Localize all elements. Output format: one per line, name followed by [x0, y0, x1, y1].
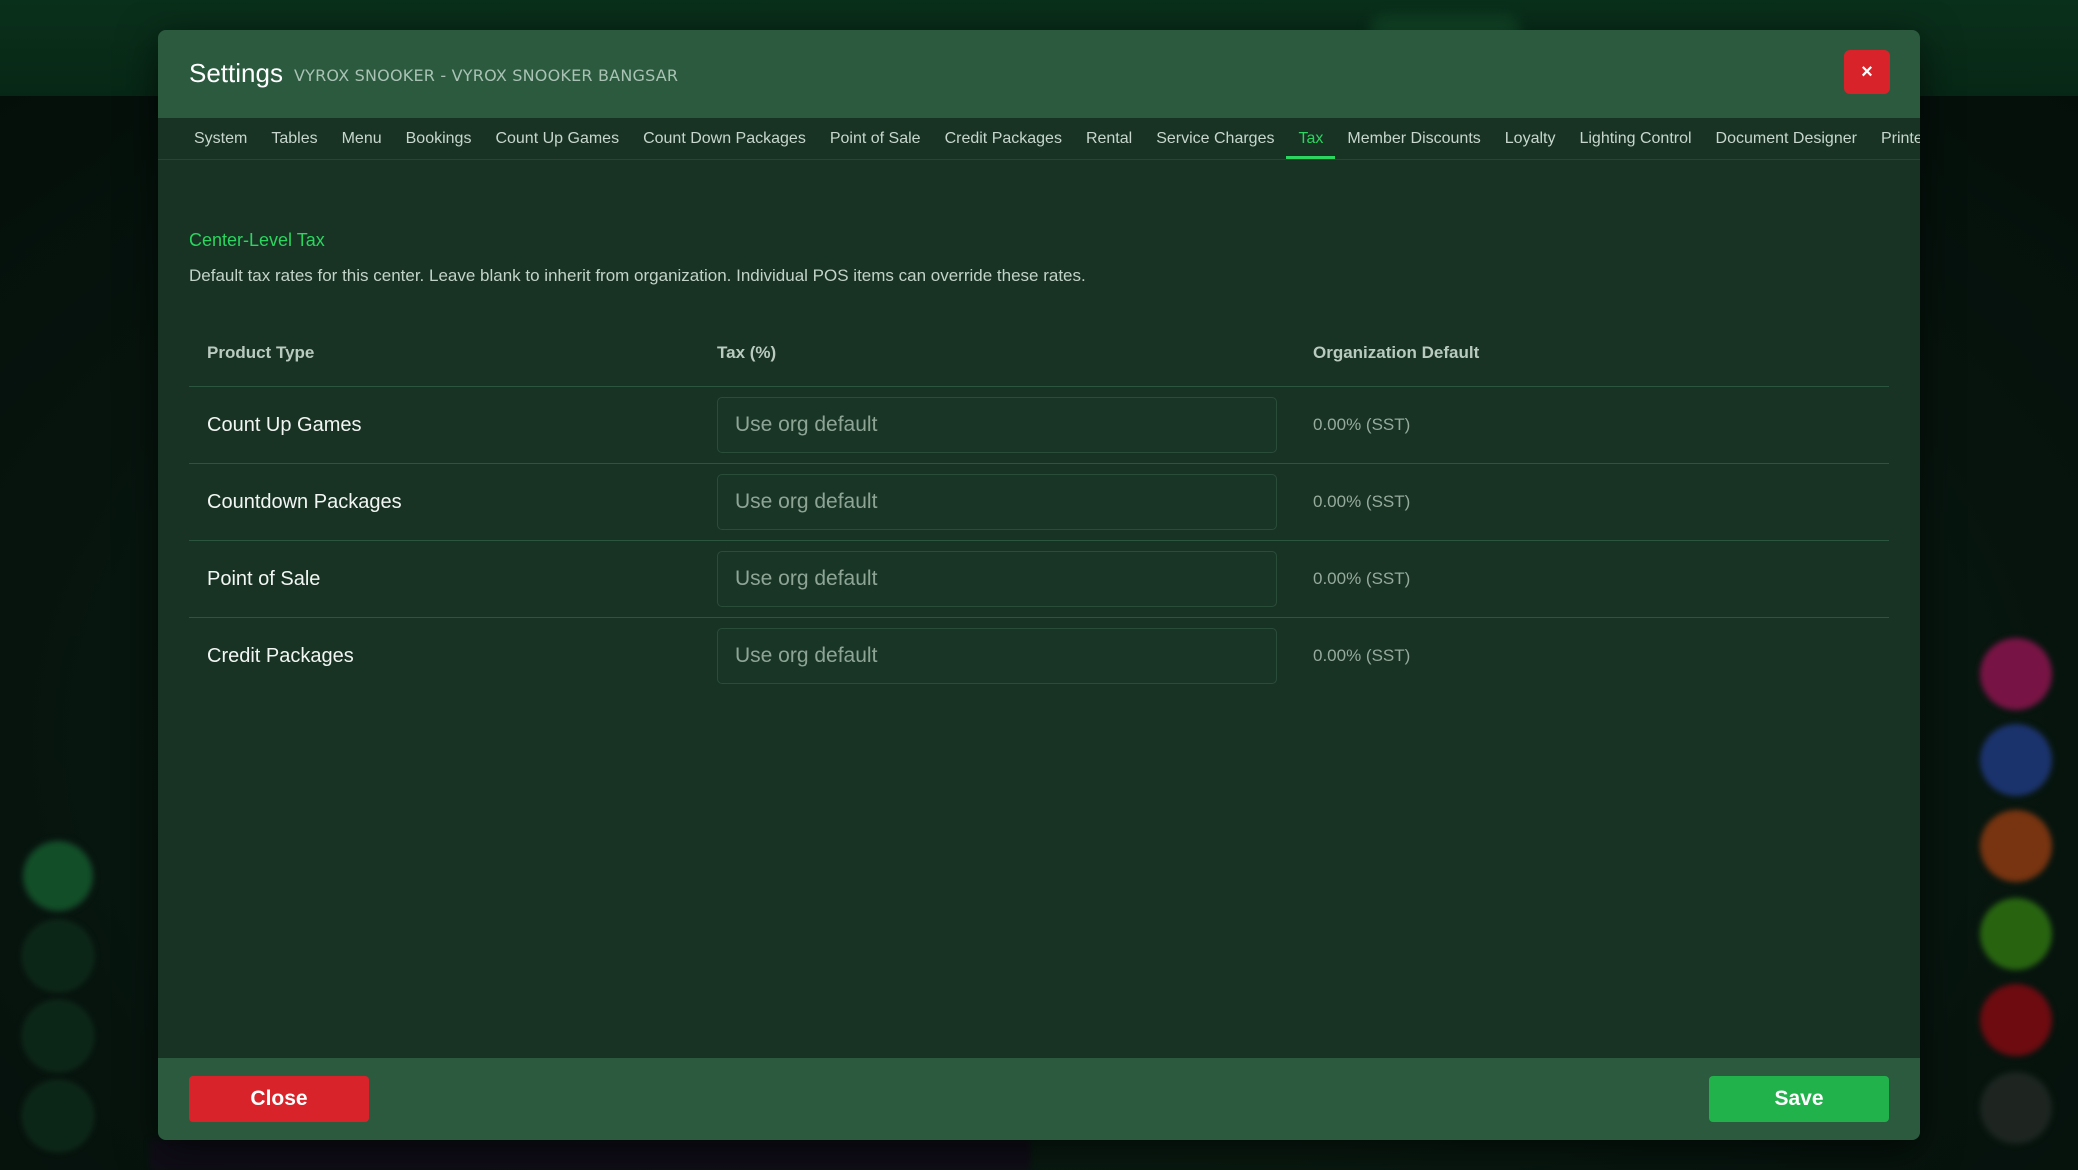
modal-footer: Close Save [158, 1058, 1920, 1140]
tab-tax[interactable]: Tax [1286, 118, 1336, 159]
tax-input[interactable] [717, 474, 1277, 530]
table-row: Countdown Packages 0.00% (SST) [189, 463, 1889, 541]
header-org-default: Organization Default [1295, 320, 1889, 387]
tax-cell [699, 463, 1295, 541]
table-row: Point of Sale 0.00% (SST) [189, 540, 1889, 618]
product-type-cell: Count Up Games [189, 386, 699, 464]
tax-input[interactable] [717, 628, 1277, 684]
tab-bookings[interactable]: Bookings [394, 118, 484, 159]
org-default-value: 0.00% (SST) [1313, 646, 1411, 665]
tab-count-up-games[interactable]: Count Up Games [483, 118, 631, 159]
product-type-label: Countdown Packages [207, 490, 402, 513]
close-icon-button[interactable]: × [1844, 50, 1890, 94]
tax-cell [699, 386, 1295, 464]
tab-member-discounts[interactable]: Member Discounts [1335, 118, 1492, 159]
org-default-cell: 0.00% (SST) [1295, 463, 1889, 541]
section-description: Default tax rates for this center. Leave… [189, 266, 1086, 285]
tab-tables[interactable]: Tables [259, 118, 329, 159]
product-type-cell: Countdown Packages [189, 463, 699, 541]
tab-document-designer[interactable]: Document Designer [1704, 118, 1869, 159]
settings-tabs: System Tables Menu Bookings Count Up Games Co… [158, 118, 1920, 160]
tab-system[interactable]: System [182, 118, 259, 159]
modal-subtitle: VYROX SNOOKER - VYROX SNOOKER BANGSAR [294, 66, 679, 85]
tax-table: Product Type Tax (%) Organization Defaul… [189, 320, 1889, 694]
modal-header: Settings VYROX SNOOKER - VYROX SNOOKER B… [158, 30, 1920, 118]
table-row: Count Up Games 0.00% (SST) [189, 386, 1889, 464]
product-type-cell: Point of Sale [189, 540, 699, 618]
tab-loyalty[interactable]: Loyalty [1493, 118, 1568, 159]
tab-lighting-control[interactable]: Lighting Control [1567, 118, 1703, 159]
product-type-label: Count Up Games [207, 413, 362, 436]
tax-cell [699, 540, 1295, 618]
org-default-value: 0.00% (SST) [1313, 415, 1411, 434]
settings-modal: Settings VYROX SNOOKER - VYROX SNOOKER B… [158, 30, 1920, 1140]
save-button[interactable]: Save [1709, 1076, 1889, 1122]
tax-cell [699, 618, 1295, 695]
product-type-label: Credit Packages [207, 644, 354, 667]
modal-title: Settings [189, 58, 283, 88]
tab-printers[interactable]: Printers [1869, 118, 1920, 159]
table-row: Credit Packages 0.00% (SST) [189, 618, 1889, 695]
tab-credit-packages[interactable]: Credit Packages [933, 118, 1074, 159]
org-default-cell: 0.00% (SST) [1295, 540, 1889, 618]
section-title: Center-Level Tax [189, 230, 325, 250]
tab-menu[interactable]: Menu [330, 118, 394, 159]
product-type-label: Point of Sale [207, 567, 321, 590]
close-icon: × [1861, 60, 1873, 83]
org-default-value: 0.00% (SST) [1313, 569, 1411, 588]
tab-count-down-packages[interactable]: Count Down Packages [631, 118, 818, 159]
org-default-value: 0.00% (SST) [1313, 492, 1411, 511]
tab-rental[interactable]: Rental [1074, 118, 1144, 159]
header-product-type: Product Type [189, 320, 699, 387]
org-default-cell: 0.00% (SST) [1295, 386, 1889, 464]
tax-input[interactable] [717, 397, 1277, 453]
close-button[interactable]: Close [189, 1076, 369, 1122]
table-header-row: Product Type Tax (%) Organization Defaul… [189, 320, 1889, 387]
tab-point-of-sale[interactable]: Point of Sale [818, 118, 933, 159]
tab-service-charges[interactable]: Service Charges [1144, 118, 1286, 159]
header-tax: Tax (%) [699, 320, 1295, 387]
tax-input[interactable] [717, 551, 1277, 607]
org-default-cell: 0.00% (SST) [1295, 618, 1889, 695]
product-type-cell: Credit Packages [189, 618, 699, 695]
